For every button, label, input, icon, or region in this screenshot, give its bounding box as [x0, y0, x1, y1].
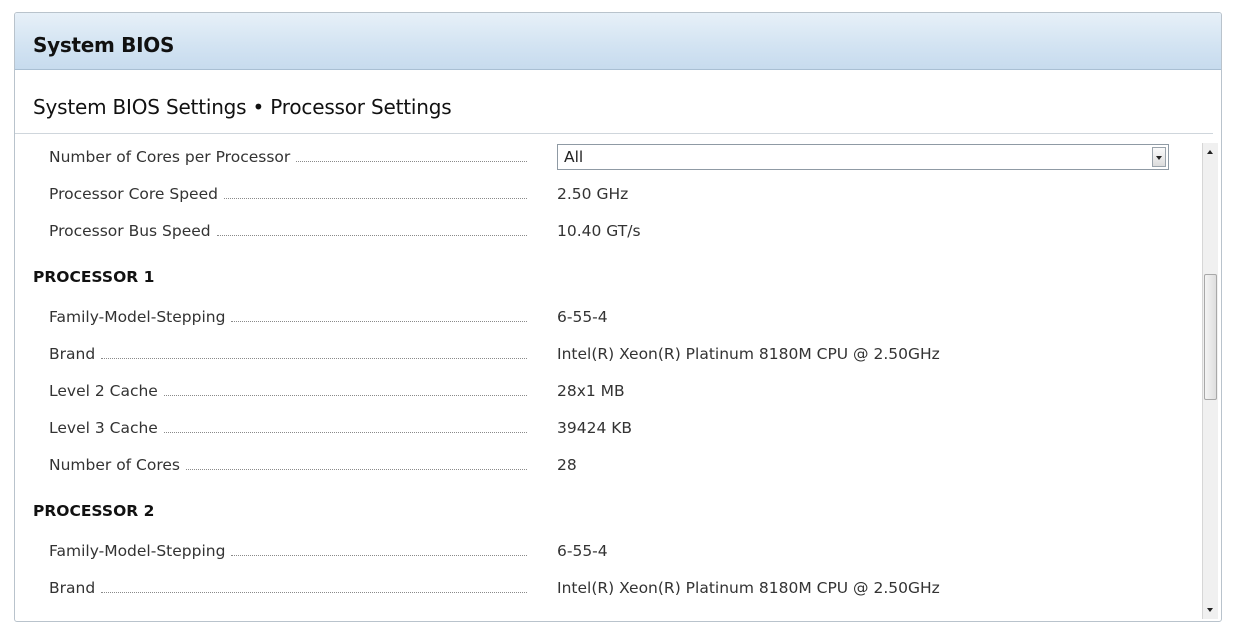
dot-leader [223, 197, 527, 199]
cores-per-processor-dropdown[interactable]: All [557, 144, 1169, 170]
proc1-row-family-model-stepping: Family-Model-Stepping 6-55-4 [15, 299, 1201, 335]
setting-row-cores-per-processor: Number of Cores per Processor All [15, 139, 1201, 175]
dot-leader [163, 431, 527, 433]
setting-label: Level 2 Cache [49, 382, 158, 400]
dot-leader [231, 554, 527, 556]
setting-row-core-speed: Processor Core Speed 2.50 GHz [15, 176, 1201, 212]
scroll-down-arrow-icon[interactable] [1203, 601, 1218, 619]
dot-leader [216, 234, 527, 236]
setting-label: Family-Model-Stepping [49, 308, 226, 326]
setting-row-bus-speed: Processor Bus Speed 10.40 GT/s [15, 213, 1201, 249]
setting-value: Intel(R) Xeon(R) Platinum 8180M CPU @ 2.… [557, 345, 940, 363]
dropdown-value: All [564, 148, 584, 166]
setting-value: 10.40 GT/s [557, 222, 641, 240]
scroll-up-arrow-icon[interactable] [1203, 143, 1218, 161]
setting-value: 28 [557, 456, 577, 474]
setting-value: 6-55-4 [557, 542, 608, 560]
breadcrumb: System BIOS Settings • Processor Setting… [33, 95, 452, 119]
proc1-row-number-of-cores: Number of Cores 28 [15, 447, 1201, 483]
proc2-row-brand: Brand Intel(R) Xeon(R) Platinum 8180M CP… [15, 570, 1201, 606]
breadcrumb-divider [15, 133, 1213, 134]
setting-label: Number of Cores [49, 456, 181, 474]
proc1-row-brand: Brand Intel(R) Xeon(R) Platinum 8180M CP… [15, 336, 1201, 372]
scroll-thumb[interactable] [1204, 274, 1217, 401]
setting-value: 2.50 GHz [557, 185, 629, 203]
setting-label: Processor Bus Speed [49, 222, 211, 240]
dot-leader [101, 357, 527, 359]
vertical-scrollbar[interactable] [1202, 143, 1218, 619]
title-bar: System BIOS [15, 13, 1221, 70]
proc1-row-l3-cache: Level 3 Cache 39424 KB [15, 410, 1201, 446]
proc2-row-family-model-stepping: Family-Model-Stepping 6-55-4 [15, 533, 1201, 569]
dot-leader [163, 394, 527, 396]
setting-value: 39424 KB [557, 419, 633, 437]
setting-label: Processor Core Speed [49, 185, 218, 203]
setting-label: Level 3 Cache [49, 419, 158, 437]
setting-label: Number of Cores per Processor [49, 148, 291, 166]
setting-label: Brand [49, 579, 96, 597]
chevron-down-icon[interactable] [1152, 147, 1166, 167]
dot-leader [186, 468, 527, 470]
setting-label: Brand [49, 345, 96, 363]
bios-window: System BIOS System BIOS Settings • Proce… [14, 12, 1222, 622]
setting-value: Intel(R) Xeon(R) Platinum 8180M CPU @ 2.… [557, 579, 940, 597]
window-title: System BIOS [33, 33, 175, 57]
settings-panel: Number of Cores per Processor All Proces… [15, 139, 1201, 621]
dot-leader [231, 320, 527, 322]
setting-label: Family-Model-Stepping [49, 542, 226, 560]
section-heading-processor-2: PROCESSOR 2 [33, 502, 155, 520]
proc1-row-l2-cache: Level 2 Cache 28x1 MB [15, 373, 1201, 409]
dot-leader [101, 591, 527, 593]
setting-value: 6-55-4 [557, 308, 608, 326]
dot-leader [296, 160, 527, 162]
section-heading-processor-1: PROCESSOR 1 [33, 268, 155, 286]
setting-value: 28x1 MB [557, 382, 625, 400]
